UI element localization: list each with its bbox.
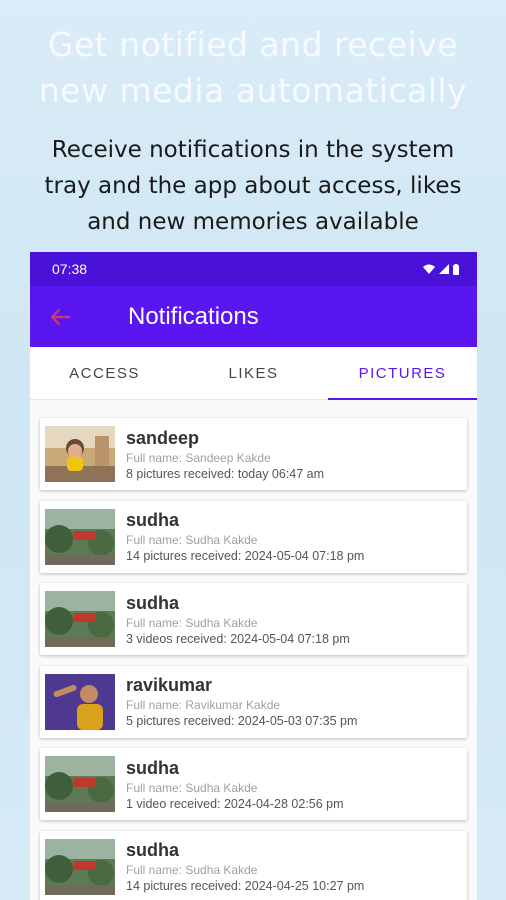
received-info: 14 pictures received: 2024-05-04 07:18 p… <box>126 549 365 563</box>
garden-photo-thumbnail <box>45 756 115 812</box>
garden-photo-thumbnail <box>45 508 115 565</box>
full-name: Full name: Ravikumar Kakde <box>126 698 281 712</box>
received-info: 5 pictures received: 2024-05-03 07:35 pm <box>126 714 358 728</box>
username: sudha <box>126 510 180 530</box>
received-info: 14 pictures received: 2024-04-25 10:27 p… <box>126 879 365 893</box>
username: sudha <box>126 840 180 860</box>
person-photo-thumbnail <box>45 673 115 730</box>
promo-headline: Get notified and receive new media autom… <box>0 22 506 114</box>
full-name: Full name: Sudha Kakde <box>126 780 258 795</box>
status-time: 07:38 <box>52 261 88 277</box>
tab-likes[interactable]: LIKES <box>179 347 328 399</box>
full-name: Full name: Sandeep Kakde <box>126 450 271 465</box>
child-photo-thumbnail <box>45 426 115 482</box>
notification-card[interactable]: sudha Full name: Sudha Kakde 3 videos re… <box>40 583 467 655</box>
app-bar: Notifications <box>30 286 477 347</box>
notification-list: sandeep Full name: Sandeep Kakde 8 pictu… <box>30 400 477 900</box>
phone-screen: 07:38 Notifications ACCESS LIKES PICTURE… <box>30 252 477 900</box>
tab-pictures[interactable]: PICTURES <box>328 347 477 400</box>
tab-access[interactable]: ACCESS <box>30 347 179 399</box>
tab-bar: ACCESS LIKES PICTURES <box>30 347 477 400</box>
battery-icon <box>453 263 459 275</box>
subline-3: and new memories available <box>87 209 419 235</box>
notification-card[interactable]: sudha Full name: Sudha Kakde 1 video rec… <box>40 748 467 820</box>
garden-photo-thumbnail <box>45 838 115 895</box>
status-bar: 07:38 <box>30 252 477 286</box>
arrow-left-icon[interactable] <box>50 306 72 328</box>
headline-line-2: new media automatically <box>38 71 468 110</box>
wifi-icon <box>423 264 435 274</box>
username: sudha <box>126 592 180 613</box>
garden-photo-thumbnail <box>45 591 115 647</box>
subline-1: Receive notifications in the system <box>51 137 455 163</box>
page-title: Notifications <box>128 302 259 330</box>
full-name: Full name: Sudha Kakde <box>126 615 258 630</box>
notification-card[interactable]: sudha Full name: Sudha Kakde 14 pictures… <box>40 500 467 573</box>
received-info: 1 video received: 2024-04-28 02:56 pm <box>126 796 344 811</box>
notification-card[interactable]: sudha Full name: Sudha Kakde 14 pictures… <box>40 830 467 900</box>
notification-card[interactable]: ravikumar Full name: Ravikumar Kakde 5 p… <box>40 665 467 738</box>
subline-2: tray and the app about access, likes <box>44 173 462 199</box>
username: ravikumar <box>126 675 213 695</box>
full-name: Full name: Sudha Kakde <box>126 863 258 877</box>
promo-subheadline: Receive notifications in the system tray… <box>0 132 506 240</box>
full-name: Full name: Sudha Kakde <box>126 533 258 547</box>
headline-line-1: Get notified and receive <box>47 25 459 64</box>
notification-card[interactable]: sandeep Full name: Sandeep Kakde 8 pictu… <box>40 418 467 490</box>
signal-icon <box>439 264 449 274</box>
username: sudha <box>126 757 180 778</box>
username: sandeep <box>126 427 200 448</box>
received-info: 3 videos received: 2024-05-04 07:18 pm <box>126 631 350 646</box>
received-info: 8 pictures received: today 06:47 am <box>126 466 325 481</box>
